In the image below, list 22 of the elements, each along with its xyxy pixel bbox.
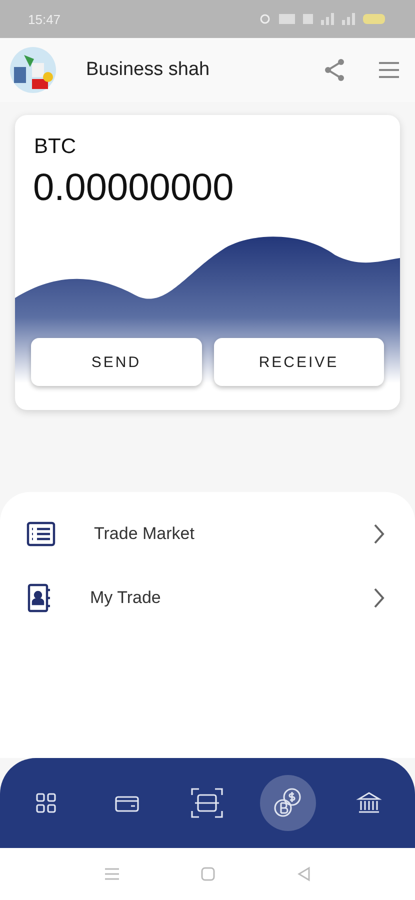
menu-row[interactable]: My Trade: [0, 566, 415, 630]
wallet-action-button[interactable]: SEND: [31, 338, 202, 386]
status-time: 15:47: [28, 12, 61, 26]
menu-label: My Trade: [90, 588, 162, 608]
currency-label: BTC: [34, 135, 76, 159]
signal-icon: [321, 13, 334, 25]
list-icon: [26, 521, 56, 547]
app-title: Business shah: [86, 59, 211, 81]
scan-icon: [189, 785, 226, 821]
chevron-right-icon: [373, 523, 385, 545]
bank-icon: [356, 790, 382, 816]
signal-icon: [342, 13, 355, 25]
chevron-right-icon: [373, 587, 385, 609]
balance-amount: 0.00000000: [33, 167, 234, 210]
menu-row[interactable]: Trade Market: [0, 502, 415, 566]
share-icon[interactable]: [323, 58, 347, 82]
menu-label: Trade Market: [94, 524, 196, 544]
grid-icon: [34, 791, 58, 815]
menu-icon[interactable]: [377, 60, 401, 80]
wallet-action-button[interactable]: RECEIVE: [214, 338, 384, 386]
contact-book-icon: [26, 583, 52, 613]
battery-icon: [363, 14, 385, 24]
